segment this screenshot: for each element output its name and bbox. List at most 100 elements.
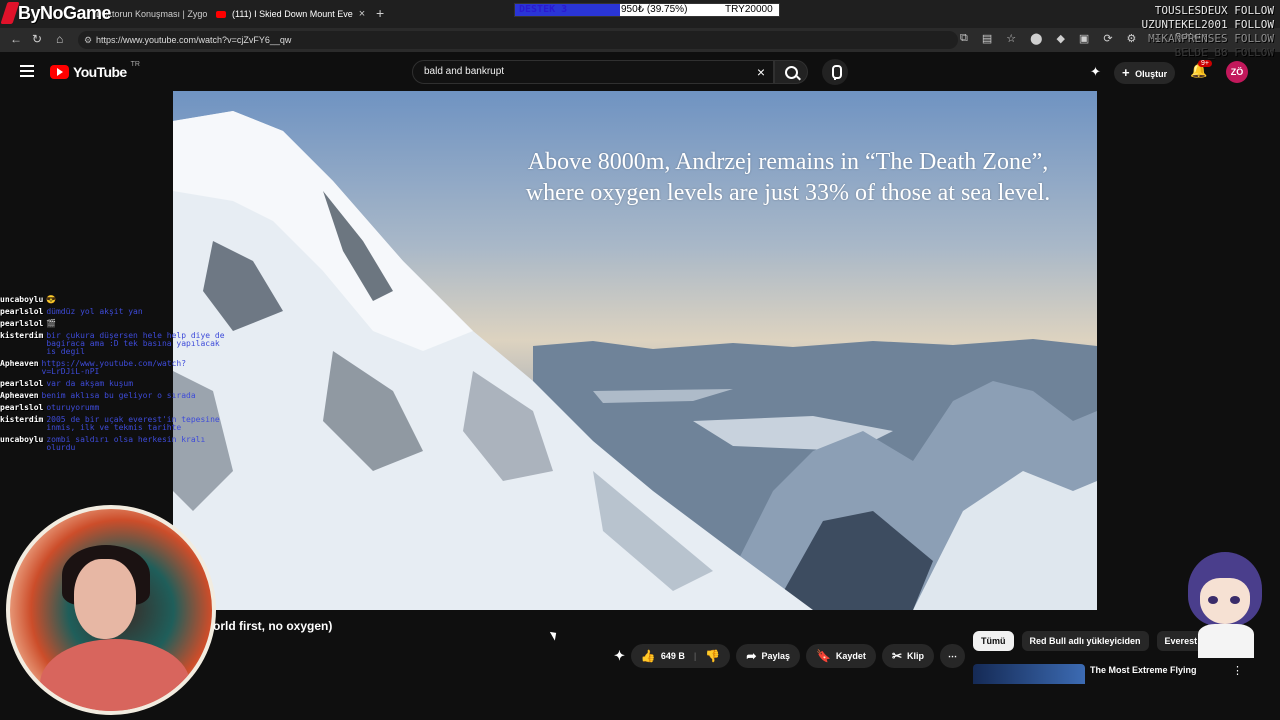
browser-address-bar: ← ↻ ⌂ ⚙ https://www.youtube.com/watch?v=…: [0, 28, 1280, 52]
chat-text: 😎: [46, 295, 57, 304]
mascot-eye: [1230, 596, 1240, 604]
chat-text: zombi saldırı olsa herkesin kralı olurdu: [46, 435, 206, 452]
donation-label: DESTEK 3: [519, 4, 568, 15]
chat-text: benim aklısa bu geliyor o sırada: [41, 391, 196, 400]
translate-icon[interactable]: ⧉: [960, 32, 968, 45]
chat-text: bir çukura düşersen hele help diye de ba…: [46, 331, 225, 356]
caption-line: Above 8000m, Andrzej remains in “The Dea…: [527, 149, 1049, 175]
clip-label: Klip: [907, 651, 924, 661]
mouse-cursor-icon: [549, 629, 560, 641]
chat-username: uncaboylu: [0, 295, 44, 304]
mascot-eye: [1208, 596, 1218, 604]
dislike-icon[interactable]: 👎: [705, 649, 720, 663]
follow-alert: BELDE_B8 FOLLOW: [1174, 46, 1274, 59]
youtube-header: YouTube TR bald and bankrupt × ✦ + Oluşt…: [0, 52, 1280, 92]
video-title: orld first, no oxygen): [213, 619, 333, 633]
browser-tab-active[interactable]: (111) I Skied Down Mount Eve ×: [216, 4, 366, 24]
refresh-extension-icon[interactable]: ⟳: [1103, 32, 1112, 45]
donation-amount: 950₺ (39.75%): [621, 4, 688, 15]
notifications-bell-icon[interactable]: 🔔 9+: [1190, 60, 1212, 79]
ai-sparkle-icon[interactable]: ✦: [1090, 64, 1101, 80]
more-actions-button[interactable]: ⋯: [940, 644, 965, 668]
reader-icon[interactable]: ▤: [982, 32, 992, 45]
voice-search-icon[interactable]: [822, 59, 848, 85]
chat-message: pearlslol 🎬: [0, 320, 225, 328]
chat-username: pearlslol: [0, 319, 44, 328]
chat-text: dümdüz yol akşit yan: [46, 307, 143, 316]
recommendation-thumbnail[interactable]: [973, 664, 1085, 684]
country-code: TR: [130, 60, 140, 68]
home-icon[interactable]: ⌂: [56, 32, 63, 46]
chat-text: oturuyorumm: [46, 403, 100, 412]
follow-alerts: TOUSLESDEUX FOLLOW UZUNTEKEL2001 FOLLOW …: [1142, 4, 1274, 60]
plus-icon: +: [1122, 65, 1130, 80]
divider: |: [693, 651, 697, 661]
menu-icon[interactable]: [20, 65, 34, 77]
chip-all[interactable]: Tümü: [973, 631, 1014, 651]
tab-label: Doktorun Konuşması | Zygon: [96, 9, 208, 19]
video-caption: Above 8000m, Andrzej remains in “The Dea…: [413, 147, 1097, 209]
create-label: Oluştur: [1135, 69, 1168, 79]
chat-text: 2005 de bir uçak everest'in tepesine inm…: [46, 415, 220, 432]
search-value: bald and bankrupt: [424, 66, 505, 77]
chat-username: pearlslol: [0, 403, 44, 412]
chip-uploader[interactable]: Red Bull adlı yükleyiciden: [1021, 631, 1149, 651]
follow-alert: MIKANPRENSES FOLLOW: [1148, 32, 1274, 45]
webcam-face: [74, 559, 136, 639]
recommendation-title[interactable]: The Most Extreme Flying: [1090, 665, 1197, 675]
search-button[interactable]: [774, 60, 808, 84]
chat-text: https://www.youtube.com/watch?v=LrDJiL-n…: [41, 359, 187, 376]
save-button[interactable]: 🔖 Kaydet: [805, 644, 876, 668]
favorite-icon[interactable]: ☆: [1006, 32, 1016, 45]
chat-message: Apheaven benim aklısa bu geliyor o sırada: [0, 392, 225, 400]
share-label: Paylaş: [761, 651, 790, 661]
clip-button[interactable]: ✂ Klip: [881, 644, 934, 668]
chat-message: uncaboylu zombi saldırı olsa herkesin kra…: [0, 436, 225, 452]
chat-message: kisterdim 2005 de bir uçak everest'in tep…: [0, 416, 225, 432]
stream-logo-text: ByNoGame: [18, 2, 112, 23]
back-icon[interactable]: ←: [10, 32, 22, 46]
recommendation-chips: Tümü Red Bull adlı yükleyiciden Everest: [973, 631, 1206, 651]
extension-icon[interactable]: ◆: [1056, 32, 1064, 45]
site-info-icon[interactable]: ⚙: [84, 31, 92, 49]
donation-goal-bar: DESTEK 3 950₺ (39.75%) TRY20000: [514, 3, 780, 17]
url-field[interactable]: ⚙ https://www.youtube.com/watch?v=cjZvFY…: [78, 31, 958, 49]
youtube-logo[interactable]: YouTube TR: [50, 60, 140, 80]
chat-message: pearlslol oturuyorumm: [0, 404, 225, 412]
create-button[interactable]: + Oluştur: [1114, 62, 1176, 84]
chat-username: pearlslol: [0, 307, 44, 316]
chat-message: Apheaven https://www.youtube.com/watch?v=…: [0, 360, 225, 376]
ai-sparkle-icon[interactable]: ✦: [614, 648, 625, 664]
like-icon[interactable]: 👍: [641, 649, 656, 663]
like-count[interactable]: 649 B: [661, 651, 685, 661]
chat-message: pearlslol dümdüz yol akşit yan: [0, 308, 225, 316]
clear-search-icon[interactable]: ×: [757, 61, 765, 83]
video-actions: ✦ 👍 649 B | 👎 ➦ Paylaş 🔖 Kaydet ✂ Klip ⋯: [614, 644, 965, 668]
browser-tab[interactable]: Doktorun Konuşması | Zygon ×: [96, 4, 208, 24]
donation-goal: TRY20000: [725, 4, 773, 15]
extension-icon[interactable]: ⬤: [1030, 32, 1042, 45]
close-icon[interactable]: ×: [359, 8, 365, 20]
chat-message: uncaboylu 😎: [0, 296, 225, 304]
chat-username: pearlslol: [0, 379, 44, 388]
search-input[interactable]: bald and bankrupt ×: [412, 60, 774, 84]
chat-username: Apheaven: [0, 391, 39, 400]
share-button[interactable]: ➦ Paylaş: [736, 644, 800, 668]
streamer-webcam: [6, 505, 216, 715]
reload-icon[interactable]: ↻: [32, 32, 42, 46]
scissors-icon: ✂: [891, 649, 902, 663]
avatar[interactable]: ZÖ: [1226, 61, 1248, 83]
more-icon: ⋯: [948, 650, 957, 661]
video-player[interactable]: Above 8000m, Andrzej remains in “The Dea…: [173, 91, 1097, 610]
logo-slash-icon: [0, 2, 20, 24]
notification-count-badge: 9+: [1198, 60, 1212, 67]
extension-icon[interactable]: ▣: [1079, 32, 1089, 45]
webcam-shirt: [40, 639, 190, 711]
mascot-body: [1198, 624, 1254, 658]
settings-icon[interactable]: ⚙: [1127, 32, 1137, 45]
chat-message: pearlslol var da akşam kuşum: [0, 380, 225, 388]
new-tab-icon[interactable]: +: [376, 5, 384, 21]
chat-text: var da akşam kuşum: [46, 379, 134, 388]
url-text: https://www.youtube.com/watch?v=cjZvFY6_…: [96, 35, 292, 45]
more-vert-icon[interactable]: ⋮: [1232, 664, 1243, 677]
